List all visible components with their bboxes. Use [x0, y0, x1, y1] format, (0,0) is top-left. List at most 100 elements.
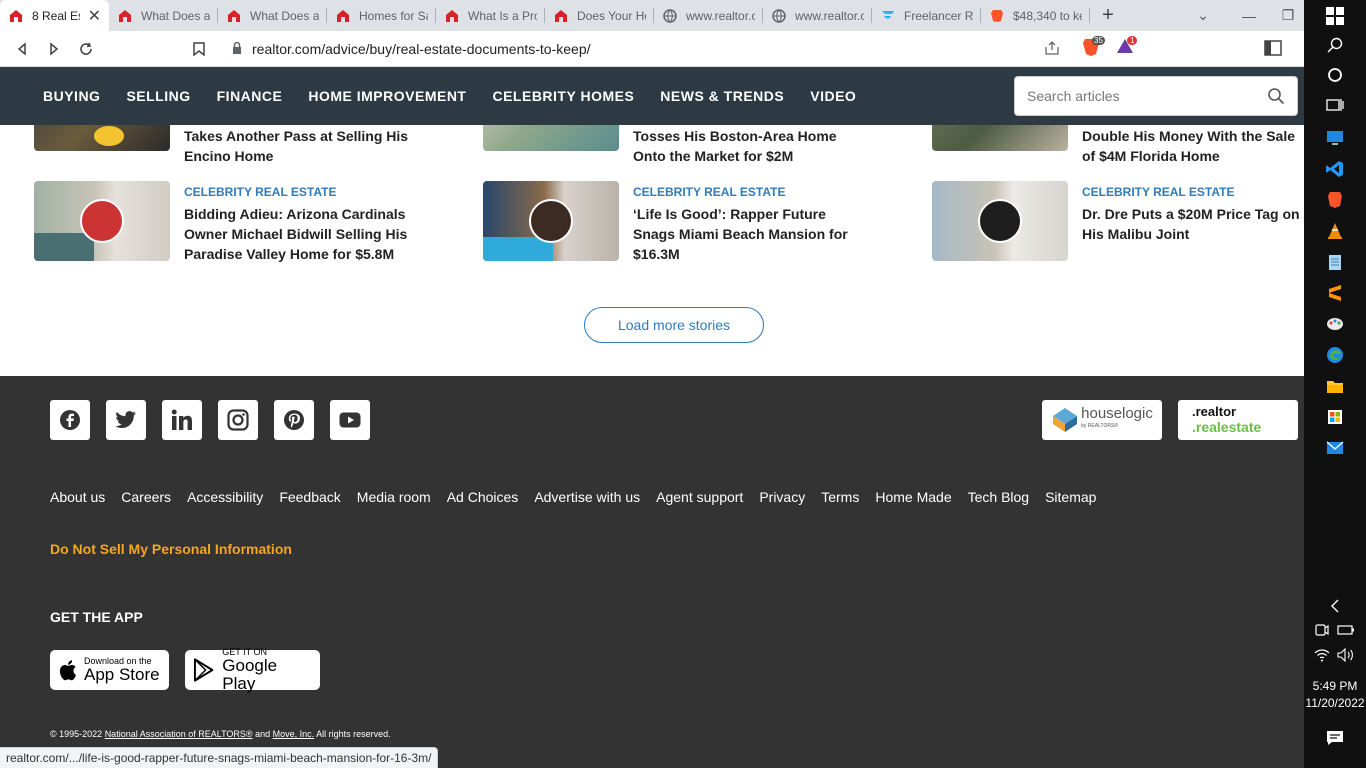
- footer-link-ad-choices[interactable]: Ad Choices: [447, 489, 519, 505]
- mail-icon[interactable]: [1325, 438, 1345, 458]
- article-category[interactable]: CELEBRITY REAL ESTATE: [633, 185, 863, 199]
- article-category[interactable]: CELEBRITY REAL ESTATE: [184, 185, 414, 199]
- footer-link-media-room[interactable]: Media room: [357, 489, 431, 505]
- search-articles-input[interactable]: Search articles: [1014, 76, 1298, 116]
- nav-buying[interactable]: BUYING: [43, 88, 100, 104]
- browser-tab[interactable]: What Does an: [218, 0, 327, 31]
- instagram-icon[interactable]: [218, 400, 258, 440]
- browser-tab[interactable]: Homes for Sale: [327, 0, 436, 31]
- meet-now-icon[interactable]: [1312, 620, 1332, 640]
- close-tab-icon[interactable]: ✕: [88, 6, 101, 26]
- article-headline[interactable]: ‘Life Is Good’: Rapper Future Snags Miam…: [633, 204, 863, 264]
- article-card[interactable]: Takes Another Pass at Selling His Encino…: [34, 125, 414, 166]
- article-thumbnail[interactable]: [34, 125, 170, 151]
- linkedin-icon[interactable]: [162, 400, 202, 440]
- windows-start-icon[interactable]: [1325, 6, 1345, 26]
- nar-link[interactable]: National Association of REALTORS®: [105, 729, 253, 739]
- article-card[interactable]: Double His Money With the Sale of $4M Fl…: [932, 125, 1304, 166]
- article-card[interactable]: Tosses His Boston-Area Home Onto the Mar…: [483, 125, 863, 166]
- share-icon[interactable]: [1044, 40, 1060, 58]
- article-headline[interactable]: Bidding Adieu: Arizona Cardinals Owner M…: [184, 204, 414, 264]
- forward-button[interactable]: [38, 33, 70, 65]
- minimize-button[interactable]: —: [1226, 0, 1272, 31]
- footer-link-privacy[interactable]: Privacy: [759, 489, 805, 505]
- nav-home-improvement[interactable]: HOME IMPROVEMENT: [308, 88, 466, 104]
- restore-button[interactable]: ❐: [1272, 0, 1304, 31]
- battery-icon[interactable]: [1336, 620, 1356, 640]
- facebook-icon[interactable]: [50, 400, 90, 440]
- bookmark-button[interactable]: [183, 33, 215, 65]
- footer-link-advertise[interactable]: Advertise with us: [534, 489, 640, 505]
- browser-tab[interactable]: What Is a Pro: [436, 0, 545, 31]
- houselogic-logo[interactable]: houselogic by REALTORS®: [1042, 400, 1162, 440]
- task-view-icon[interactable]: [1325, 95, 1345, 115]
- new-tab-button[interactable]: +: [1090, 0, 1126, 31]
- nav-finance[interactable]: FINANCE: [217, 88, 283, 104]
- browser-tab[interactable]: Does Your Ho: [545, 0, 654, 31]
- footer-link-feedback[interactable]: Feedback: [279, 489, 340, 505]
- google-play-button[interactable]: GET IT ON Google Play: [185, 647, 320, 692]
- footer-link-home-made[interactable]: Home Made: [875, 489, 951, 505]
- notepad-icon[interactable]: [1325, 252, 1345, 272]
- load-more-button[interactable]: Load more stories: [584, 307, 764, 343]
- pinterest-icon[interactable]: [274, 400, 314, 440]
- app-store-button[interactable]: Download on the App Store: [50, 650, 169, 690]
- nav-video[interactable]: VIDEO: [810, 88, 856, 104]
- brave-rewards-button[interactable]: 1: [1116, 36, 1140, 61]
- volume-icon[interactable]: [1336, 645, 1356, 665]
- move-inc-link[interactable]: Move, Inc.: [273, 729, 315, 739]
- article-thumbnail[interactable]: [932, 181, 1068, 261]
- footer-link-terms[interactable]: Terms: [821, 489, 859, 505]
- browser-tab[interactable]: www.realtor.c: [763, 0, 872, 31]
- article-thumbnail[interactable]: [34, 181, 170, 261]
- sublime-text-icon[interactable]: [1325, 283, 1345, 303]
- cortana-icon[interactable]: [1325, 65, 1345, 85]
- search-icon[interactable]: [1325, 35, 1345, 55]
- browser-tab[interactable]: Freelancer Re: [872, 0, 981, 31]
- do-not-sell-link[interactable]: Do Not Sell My Personal Information: [50, 541, 292, 557]
- file-explorer-icon[interactable]: [1325, 376, 1345, 396]
- url-bar[interactable]: realtor.com/advice/buy/real-estate-docum…: [222, 35, 1070, 63]
- monitor-app-icon[interactable]: [1325, 128, 1345, 148]
- article-headline[interactable]: Tosses His Boston-Area Home Onto the Mar…: [633, 126, 863, 166]
- browser-tab[interactable]: $48,340 to ke: [981, 0, 1090, 31]
- edge-icon[interactable]: [1325, 345, 1345, 365]
- vlc-icon[interactable]: [1325, 221, 1345, 241]
- vscode-icon[interactable]: [1325, 159, 1345, 179]
- footer-link-tech-blog[interactable]: Tech Blog: [968, 489, 1029, 505]
- article-card[interactable]: CELEBRITY REAL ESTATE Dr. Dre Puts a $20…: [932, 181, 1304, 261]
- footer-link-agent-support[interactable]: Agent support: [656, 489, 743, 505]
- footer-link-accessibility[interactable]: Accessibility: [187, 489, 263, 505]
- notifications-icon[interactable]: [1325, 728, 1345, 748]
- browser-tab-active[interactable]: 8 Real Estate Documents ✕: [0, 0, 109, 31]
- microsoft-store-icon[interactable]: [1325, 407, 1345, 427]
- realtor-realestate-logo[interactable]: .realtor .realestate: [1178, 400, 1298, 440]
- back-button[interactable]: [6, 33, 38, 65]
- nav-celebrity-homes[interactable]: CELEBRITY HOMES: [492, 88, 634, 104]
- article-card[interactable]: CELEBRITY REAL ESTATE Bidding Adieu: Ari…: [34, 181, 414, 264]
- article-category[interactable]: CELEBRITY REAL ESTATE: [1082, 185, 1304, 199]
- chevron-left-icon[interactable]: [1325, 596, 1345, 616]
- article-headline[interactable]: Takes Another Pass at Selling His Encino…: [184, 126, 414, 166]
- youtube-icon[interactable]: [330, 400, 370, 440]
- system-clock[interactable]: 5:49 PM 11/20/2022: [1304, 678, 1366, 712]
- paint-icon[interactable]: [1325, 314, 1345, 334]
- footer-link-about[interactable]: About us: [50, 489, 105, 505]
- footer-link-careers[interactable]: Careers: [121, 489, 171, 505]
- wifi-icon[interactable]: [1312, 645, 1332, 665]
- reload-button[interactable]: [70, 33, 102, 65]
- sidebar-toggle-icon[interactable]: [1264, 40, 1282, 61]
- article-headline[interactable]: Dr. Dre Puts a $20M Price Tag on His Mal…: [1082, 204, 1304, 244]
- article-thumbnail[interactable]: [483, 125, 619, 151]
- twitter-icon[interactable]: [106, 400, 146, 440]
- brave-shields-button[interactable]: 35: [1082, 36, 1105, 61]
- nav-news-trends[interactable]: NEWS & TRENDS: [660, 88, 784, 104]
- footer-link-sitemap[interactable]: Sitemap: [1045, 489, 1096, 505]
- search-icon[interactable]: [1267, 87, 1285, 105]
- tab-search-icon[interactable]: ⌄: [1180, 0, 1226, 31]
- nav-selling[interactable]: SELLING: [126, 88, 190, 104]
- browser-tab[interactable]: www.realtor.c: [654, 0, 763, 31]
- brave-browser-icon[interactable]: [1325, 190, 1345, 210]
- article-headline[interactable]: Double His Money With the Sale of $4M Fl…: [1082, 126, 1304, 166]
- article-card[interactable]: CELEBRITY REAL ESTATE ‘Life Is Good’: Ra…: [483, 181, 863, 264]
